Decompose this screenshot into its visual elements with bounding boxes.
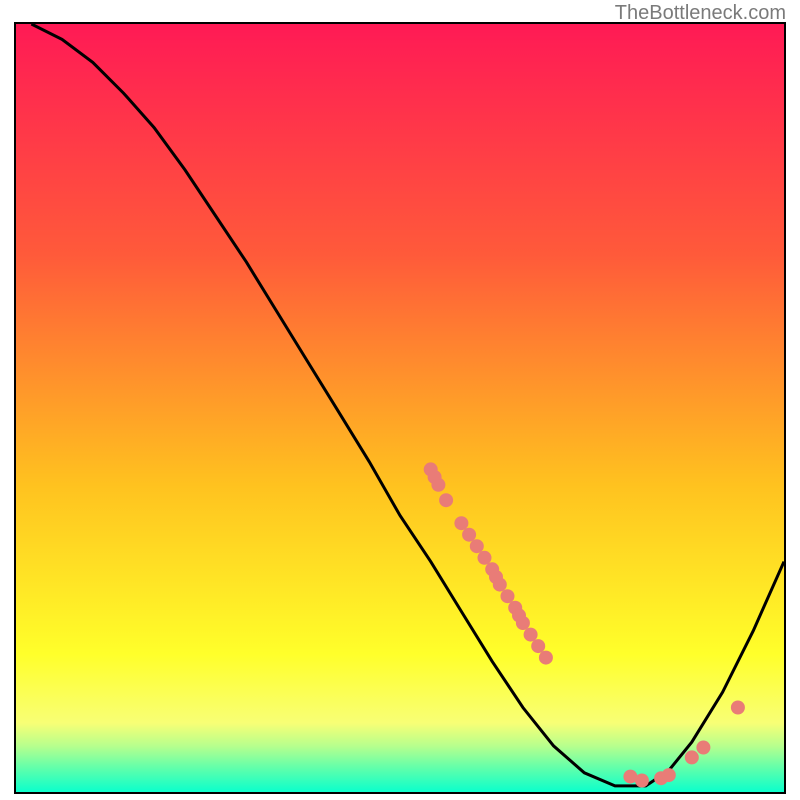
data-marker: [662, 768, 676, 782]
data-marker: [470, 539, 484, 553]
data-marker: [454, 516, 468, 530]
data-marker: [462, 528, 476, 542]
data-marker: [685, 750, 699, 764]
bottleneck-curve-chart: [16, 24, 784, 792]
data-marker: [531, 639, 545, 653]
data-marker: [539, 651, 553, 665]
data-marker: [439, 493, 453, 507]
data-marker: [696, 741, 710, 755]
plot-frame: [14, 22, 786, 794]
data-marker: [524, 628, 538, 642]
data-marker: [493, 578, 507, 592]
data-marker: [478, 551, 492, 565]
data-marker: [501, 589, 515, 603]
data-marker: [731, 701, 745, 715]
gradient-background: [16, 24, 784, 792]
data-marker: [635, 774, 649, 788]
data-marker: [431, 478, 445, 492]
data-marker: [516, 616, 530, 630]
